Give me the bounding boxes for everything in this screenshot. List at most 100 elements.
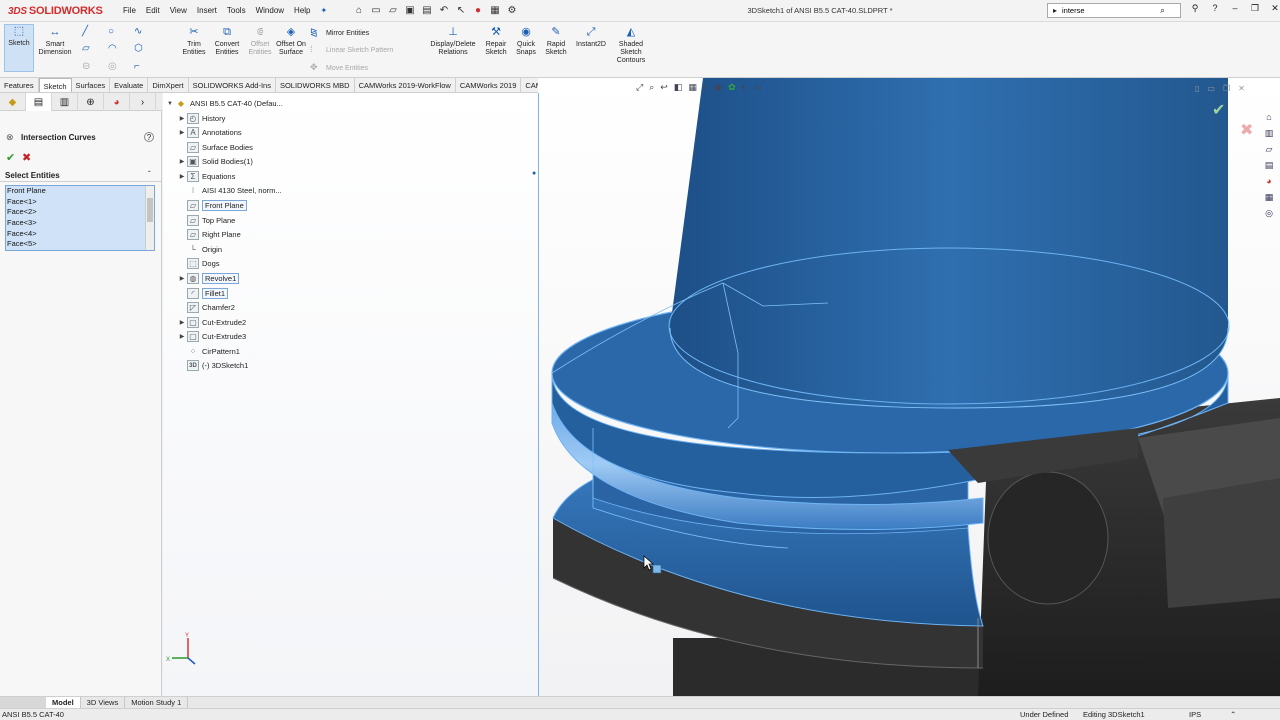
solidworks-resources-icon[interactable]: ⌂ bbox=[1262, 112, 1276, 125]
part-model-view[interactable] bbox=[538, 78, 1280, 696]
tab-scroll-arrows[interactable] bbox=[0, 697, 46, 708]
offset-entities-button[interactable]: ⟃ Offset Entities bbox=[246, 26, 274, 57]
shaded-sketch-contours-button[interactable]: ◭ Shaded Sketch Contours bbox=[612, 26, 650, 65]
view-palette-icon[interactable]: ▤ bbox=[1262, 160, 1276, 173]
property-manager-tab-icon[interactable]: ▤ bbox=[26, 93, 52, 111]
list-item[interactable]: Face<5> bbox=[6, 239, 154, 250]
list-item[interactable]: Face<2> bbox=[6, 207, 154, 218]
viewport-restore-icon[interactable]: ▭ bbox=[1207, 84, 1215, 93]
tree-item-equations[interactable]: ▶ Σ Equations bbox=[177, 170, 235, 183]
linear-sketch-pattern-button[interactable]: Linear Sketch Pattern bbox=[326, 47, 393, 54]
menu-help[interactable]: Help bbox=[289, 4, 315, 17]
rectangle-icon[interactable]: ▱ bbox=[82, 43, 90, 54]
tree-item-cirpattern1[interactable]: ⁘ CirPattern1 bbox=[177, 345, 240, 358]
zoom-to-fit-icon[interactable]: ⤢ bbox=[636, 82, 643, 93]
restore-icon[interactable]: ❐ bbox=[1248, 3, 1262, 14]
polygon-icon[interactable]: ⬡ bbox=[134, 43, 143, 54]
tab-surfaces[interactable]: Surfaces bbox=[72, 78, 111, 92]
configuration-manager-tab-icon[interactable]: ▥ bbox=[52, 93, 78, 111]
trim-entities-button[interactable]: ✂ Trim Entities bbox=[180, 26, 208, 57]
appearances-icon[interactable]: ◕ bbox=[1262, 176, 1276, 189]
tree-item-cut-extrude3[interactable]: ▶ ▢ Cut-Extrude3 bbox=[177, 330, 246, 343]
tab-camworks-2019[interactable]: CAMWorks 2019 bbox=[456, 78, 522, 92]
options-gear-icon[interactable]: ⚙ bbox=[505, 3, 519, 17]
tab-camworks-workflow[interactable]: CAMWorks 2019-WorkFlow bbox=[355, 78, 456, 92]
hide-show-icon[interactable]: ◉ bbox=[714, 82, 722, 93]
rebuild-icon[interactable]: ● bbox=[471, 3, 485, 17]
tab-solidworks-addins[interactable]: SOLIDWORKS Add-Ins bbox=[189, 78, 276, 92]
list-item[interactable]: Face<3> bbox=[6, 218, 154, 229]
viewport-tile-icon[interactable]: ❐ bbox=[1223, 84, 1230, 93]
menu-view[interactable]: View bbox=[165, 4, 192, 17]
close-icon[interactable]: ✕ bbox=[1268, 3, 1280, 14]
list-item[interactable]: Front Plane bbox=[6, 186, 154, 197]
tab-evaluate[interactable]: Evaluate bbox=[110, 78, 149, 92]
tab-features[interactable]: Features bbox=[0, 78, 39, 92]
search-icon[interactable]: ⌕ bbox=[1160, 5, 1165, 16]
menu-edit[interactable]: Edit bbox=[141, 4, 165, 17]
previous-view-icon[interactable]: ↩ bbox=[660, 82, 668, 93]
select-arrow-icon[interactable]: ↖ bbox=[454, 3, 468, 17]
rapid-sketch-button[interactable]: ✎ Rapid Sketch bbox=[542, 26, 570, 57]
menu-window[interactable]: Window bbox=[251, 4, 289, 17]
display-delete-relations-button[interactable]: ⊥ Display/Delete Relations bbox=[426, 26, 480, 57]
forum-icon[interactable]: ◎ bbox=[1262, 208, 1276, 221]
expand-arrow-icon[interactable]: ▶ bbox=[177, 129, 187, 136]
spline-icon[interactable]: ∿ bbox=[134, 26, 142, 37]
tab-model[interactable]: Model bbox=[46, 697, 81, 708]
tree-item-revolve1[interactable]: ▶ ◍ Revolve1 bbox=[177, 272, 240, 285]
user-icon[interactable]: ⚲ bbox=[1188, 3, 1202, 14]
quick-snaps-button[interactable]: ◉ Quick Snaps bbox=[512, 26, 540, 57]
tab-dimxpert[interactable]: DimXpert bbox=[148, 78, 189, 92]
move-entities-button[interactable]: Move Entities bbox=[326, 65, 368, 72]
print-icon[interactable]: ▤ bbox=[420, 3, 434, 17]
tab-solidworks-mbd[interactable]: SOLIDWORKS MBD bbox=[276, 78, 355, 92]
menu-tools[interactable]: Tools bbox=[222, 4, 251, 17]
tree-item-history[interactable]: ▶ ◴ History bbox=[177, 112, 225, 125]
smart-dimension-button[interactable]: ↔ Smart Dimension bbox=[38, 26, 72, 57]
graphics-area[interactable] bbox=[538, 78, 1280, 696]
fillet-sketch-icon[interactable]: ⌐ bbox=[134, 61, 140, 72]
display-style-icon[interactable]: ◑ bbox=[703, 82, 708, 93]
ok-check-icon[interactable]: ✔ bbox=[6, 151, 15, 164]
file-explorer-icon[interactable]: ▱ bbox=[1262, 144, 1276, 157]
offset-on-surface-button[interactable]: ◈ Offset On Surface bbox=[276, 26, 306, 57]
tree-item-fillet1[interactable]: ◜ Fillet1 bbox=[177, 287, 229, 300]
expand-panel-icon[interactable]: › bbox=[130, 93, 156, 111]
tree-item-chamfer2[interactable]: ◸ Chamfer2 bbox=[177, 301, 235, 314]
view-settings-icon[interactable]: ▭ bbox=[753, 82, 762, 93]
tree-item-3dsketch1[interactable]: 3D (-) 3DSketch1 bbox=[177, 359, 248, 372]
line-icon[interactable]: ╱ bbox=[82, 26, 88, 37]
tree-item-right-plane[interactable]: ▱ Right Plane bbox=[177, 228, 241, 241]
search-input[interactable] bbox=[1062, 6, 1158, 15]
home-icon[interactable]: ⌂ bbox=[352, 3, 366, 17]
pin-icon[interactable]: ✦ bbox=[316, 4, 333, 17]
repair-sketch-button[interactable]: ⚒ Repair Sketch bbox=[482, 26, 510, 57]
apply-scene-icon[interactable]: ◐ bbox=[742, 82, 747, 93]
tree-item-top-plane[interactable]: ▱ Top Plane bbox=[177, 214, 235, 227]
save-icon[interactable]: ▣ bbox=[403, 3, 417, 17]
help-icon[interactable]: ? bbox=[144, 132, 154, 142]
expand-arrow-icon[interactable]: ▶ bbox=[177, 275, 187, 282]
instant2d-button[interactable]: ⤢ Instant2D bbox=[572, 26, 610, 49]
status-more-icon[interactable]: ⌃ bbox=[1230, 710, 1236, 719]
search-box[interactable]: ▸ ⌕ bbox=[1047, 3, 1181, 18]
arc-icon[interactable]: ◠ bbox=[108, 43, 117, 54]
list-scrollbar[interactable] bbox=[145, 186, 154, 250]
expand-arrow-icon[interactable]: ▶ bbox=[177, 173, 187, 180]
new-document-icon[interactable]: ▭ bbox=[369, 3, 383, 17]
custom-properties-icon[interactable]: ▦ bbox=[1262, 192, 1276, 205]
circle-icon[interactable]: ○ bbox=[108, 26, 114, 37]
expand-arrow-icon[interactable]: ▶ bbox=[177, 158, 187, 165]
slot-icon[interactable]: ⊝ bbox=[82, 61, 90, 72]
tree-item-annotations[interactable]: ▶ A Annotations bbox=[177, 126, 242, 139]
tree-item-dogs[interactable]: ⬚ Dogs bbox=[177, 257, 220, 270]
expand-arrow-icon[interactable]: ▼ bbox=[165, 101, 175, 107]
design-library-icon[interactable]: ▥ bbox=[1262, 128, 1276, 141]
selected-entities-list[interactable]: Front Plane Face<1> Face<2> Face<3> Face… bbox=[5, 185, 155, 251]
cancel-x-icon[interactable]: ✖ bbox=[22, 151, 31, 164]
confirmation-corner-ok-icon[interactable]: ✔ bbox=[1212, 100, 1225, 120]
select-entities-section[interactable]: Select Entities ˆ bbox=[0, 169, 162, 182]
status-units[interactable]: IPS bbox=[1189, 710, 1201, 719]
help-icon[interactable]: ? bbox=[1208, 3, 1222, 14]
